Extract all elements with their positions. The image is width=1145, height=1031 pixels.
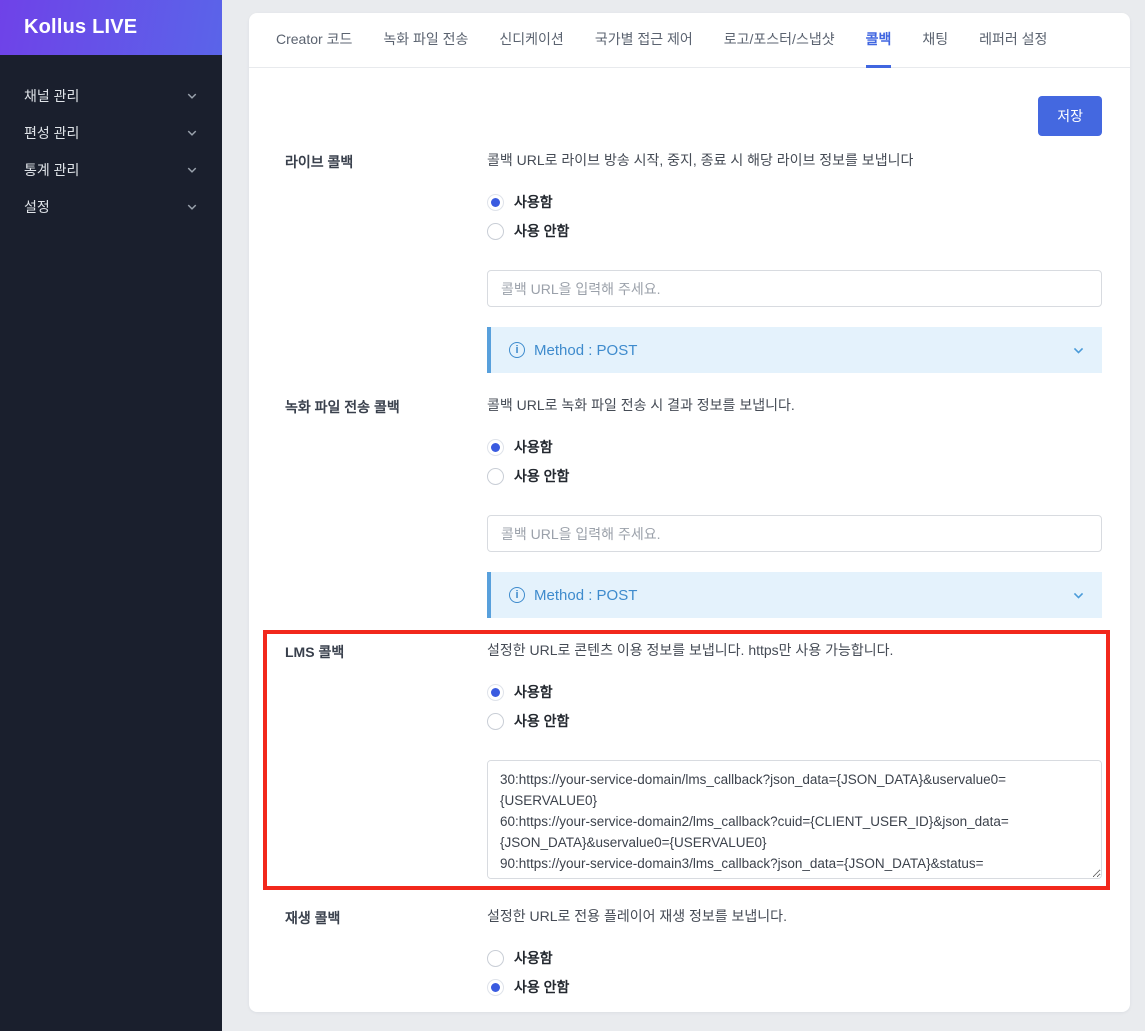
live-callback-url-input[interactable] [487, 270, 1102, 307]
tab-chat[interactable]: 채팅 [922, 13, 948, 68]
radio-label: 사용함 [514, 437, 553, 457]
sidebar-item-label: 채널 관리 [24, 86, 79, 106]
radio-selected-icon[interactable] [487, 979, 504, 996]
chevron-down-icon [1072, 589, 1085, 602]
settings-tabbar: Creator 코드 녹화 파일 전송 신디케이션 국가별 접근 제어 로고/포… [249, 13, 1130, 68]
section-description: 설정한 URL로 콘텐츠 이용 정보를 보냅니다. https만 사용 가능합니… [487, 640, 1102, 660]
section-label: LMS 콜백 [285, 640, 487, 884]
tab-callback[interactable]: 콜백 [866, 13, 892, 68]
app-logo: Kollus LIVE [0, 0, 222, 55]
chevron-down-icon [1072, 344, 1085, 357]
radio-unselected-icon[interactable] [487, 950, 504, 967]
info-icon [509, 342, 525, 358]
radio-label: 사용함 [514, 192, 553, 212]
chevron-down-icon [186, 164, 198, 176]
section-recording-transfer-callback: 녹화 파일 전송 콜백 콜백 URL로 녹화 파일 전송 시 결과 정보를 보냅… [285, 395, 1102, 618]
section-description: 콜백 URL로 라이브 방송 시작, 중지, 종료 시 해당 라이브 정보를 보… [487, 150, 1102, 170]
sidebar-item-channel-management[interactable]: 채널 관리 [0, 77, 222, 114]
app-root: Kollus LIVE 채널 관리 편성 관리 통계 관리 설정 [0, 0, 1145, 1031]
section-lms-callback: LMS 콜백 설정한 URL로 콘텐츠 이용 정보를 보냅니다. https만 … [285, 640, 1102, 884]
live-callback-disable-radio[interactable]: 사용 안함 [487, 219, 1102, 243]
recording-callback-method-panel[interactable]: Method : POST [487, 572, 1102, 618]
live-callback-enable-radio[interactable]: 사용함 [487, 190, 1102, 214]
sidebar: Kollus LIVE 채널 관리 편성 관리 통계 관리 설정 [0, 0, 222, 1031]
section-description: 콜백 URL로 녹화 파일 전송 시 결과 정보를 보냅니다. [487, 395, 1102, 415]
tab-syndication[interactable]: 신디케이션 [499, 13, 563, 68]
recording-callback-enable-radio[interactable]: 사용함 [487, 435, 1102, 459]
sidebar-item-settings[interactable]: 설정 [0, 188, 222, 225]
lms-callback-url-textarea[interactable]: 30:https://your-service-domain/lms_callb… [487, 760, 1102, 879]
tab-creator-code[interactable]: Creator 코드 [276, 13, 352, 68]
sidebar-item-label: 통계 관리 [24, 160, 79, 180]
lms-callback-disable-radio[interactable]: 사용 안함 [487, 709, 1102, 733]
settings-card: Creator 코드 녹화 파일 전송 신디케이션 국가별 접근 제어 로고/포… [249, 13, 1130, 1012]
sidebar-item-label: 설정 [24, 197, 50, 217]
info-icon [509, 587, 525, 603]
sidebar-item-statistics-management[interactable]: 통계 관리 [0, 151, 222, 188]
radio-label: 사용함 [514, 682, 553, 702]
section-live-callback: 라이브 콜백 콜백 URL로 라이브 방송 시작, 중지, 종료 시 해당 라이… [285, 150, 1102, 373]
radio-label: 사용 안함 [514, 711, 569, 731]
sidebar-item-label: 편성 관리 [24, 123, 79, 143]
callback-settings-content: 저장 라이브 콜백 콜백 URL로 라이브 방송 시작, 중지, 종료 시 해당… [249, 68, 1130, 1012]
section-description: 설정한 URL로 전용 플레이어 재생 정보를 보냅니다. [487, 906, 1102, 926]
chevron-down-icon [186, 127, 198, 139]
playback-callback-disable-radio[interactable]: 사용 안함 [487, 975, 1102, 999]
save-button[interactable]: 저장 [1038, 96, 1102, 136]
main-area: Creator 코드 녹화 파일 전송 신디케이션 국가별 접근 제어 로고/포… [222, 0, 1145, 1031]
recording-callback-disable-radio[interactable]: 사용 안함 [487, 464, 1102, 488]
radio-unselected-icon[interactable] [487, 713, 504, 730]
radio-selected-icon[interactable] [487, 194, 504, 211]
live-callback-method-panel[interactable]: Method : POST [487, 327, 1102, 373]
lms-callback-enable-radio[interactable]: 사용함 [487, 680, 1102, 704]
method-label: Method : POST [534, 587, 637, 604]
radio-label: 사용 안함 [514, 221, 569, 241]
tab-recording-file-transfer[interactable]: 녹화 파일 전송 [383, 13, 468, 68]
tab-referrer-settings[interactable]: 레퍼러 설정 [979, 13, 1047, 68]
radio-unselected-icon[interactable] [487, 223, 504, 240]
toolbar: 저장 [285, 96, 1102, 136]
radio-label: 사용 안함 [514, 977, 569, 997]
section-label: 녹화 파일 전송 콜백 [285, 395, 487, 618]
recording-callback-url-input[interactable] [487, 515, 1102, 552]
tab-logo-poster-snapshot[interactable]: 로고/포스터/스냅샷 [724, 13, 835, 68]
tab-country-access-control[interactable]: 국가별 접근 제어 [595, 13, 693, 68]
chevron-down-icon [186, 201, 198, 213]
chevron-down-icon [186, 90, 198, 102]
radio-label: 사용함 [514, 948, 553, 968]
sidebar-item-program-management[interactable]: 편성 관리 [0, 114, 222, 151]
playback-callback-enable-radio[interactable]: 사용함 [487, 946, 1102, 970]
section-label: 재생 콜백 [285, 906, 487, 1012]
section-playback-callback: 재생 콜백 설정한 URL로 전용 플레이어 재생 정보를 보냅니다. 사용함 … [285, 906, 1102, 1012]
section-label: 라이브 콜백 [285, 150, 487, 373]
method-label: Method : POST [534, 342, 637, 359]
radio-selected-icon[interactable] [487, 684, 504, 701]
radio-label: 사용 안함 [514, 466, 569, 486]
radio-selected-icon[interactable] [487, 439, 504, 456]
sidebar-nav: 채널 관리 편성 관리 통계 관리 설정 [0, 55, 222, 225]
radio-unselected-icon[interactable] [487, 468, 504, 485]
